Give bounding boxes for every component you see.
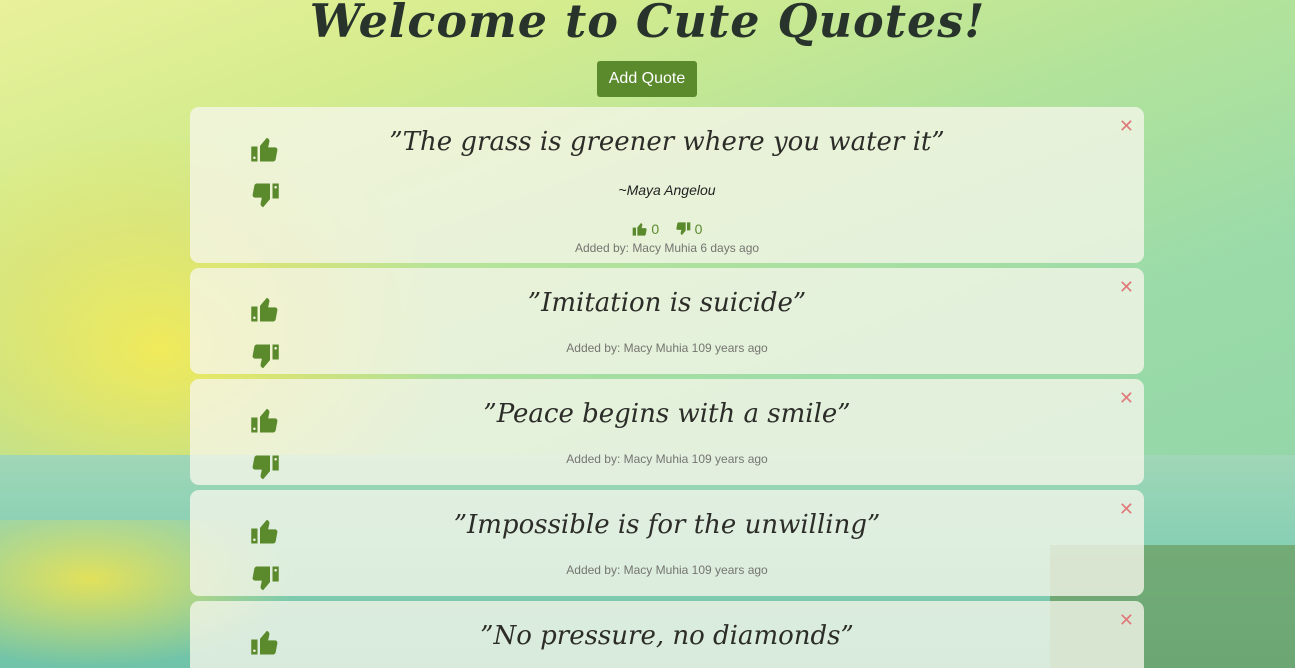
- quote-author: ~Maya Angelou: [618, 182, 716, 198]
- added-by: Added by: Macy Muhia 6 days ago: [574, 241, 760, 255]
- page-title: Welcome to Cute Quotes!: [309, 0, 986, 48]
- quote-card: ✕ ”The grass is greener where you water …: [190, 107, 1144, 263]
- add-quote-button[interactable]: Add Quote: [597, 61, 697, 97]
- quote-card: ✕ ”Peace begins with a smile” Added by: …: [190, 379, 1144, 485]
- downvote-count: 0: [675, 220, 703, 237]
- quote-card: ✕ ”Impossible is for the unwilling” Adde…: [190, 490, 1144, 596]
- quote-text: ”Imitation is suicide”: [527, 288, 807, 318]
- upvote-count: 0: [632, 220, 660, 237]
- quote-card: ✕ ”No pressure, no diamonds”: [190, 601, 1144, 668]
- added-by: Added by: Macy Muhia 109 years ago: [566, 341, 768, 355]
- thumbs-up-icon: [632, 222, 647, 236]
- upvote-count-value: 0: [651, 220, 660, 237]
- thumbs-down-icon: [676, 222, 691, 235]
- quote-text: ”No pressure, no diamonds”: [480, 621, 854, 651]
- added-by: Added by: Macy Muhia 109 years ago: [566, 563, 768, 577]
- vote-counts: 0 0: [190, 219, 1144, 237]
- quote-card: ✕ ”Imitation is suicide” Added by: Macy …: [190, 268, 1144, 374]
- downvote-count-value: 0: [694, 220, 703, 237]
- quote-text: ”Peace begins with a smile”: [483, 399, 851, 429]
- quote-text: ”The grass is greener where you water it…: [389, 127, 945, 157]
- quote-text: ”Impossible is for the unwilling”: [453, 510, 881, 540]
- added-by: Added by: Macy Muhia 109 years ago: [566, 452, 768, 466]
